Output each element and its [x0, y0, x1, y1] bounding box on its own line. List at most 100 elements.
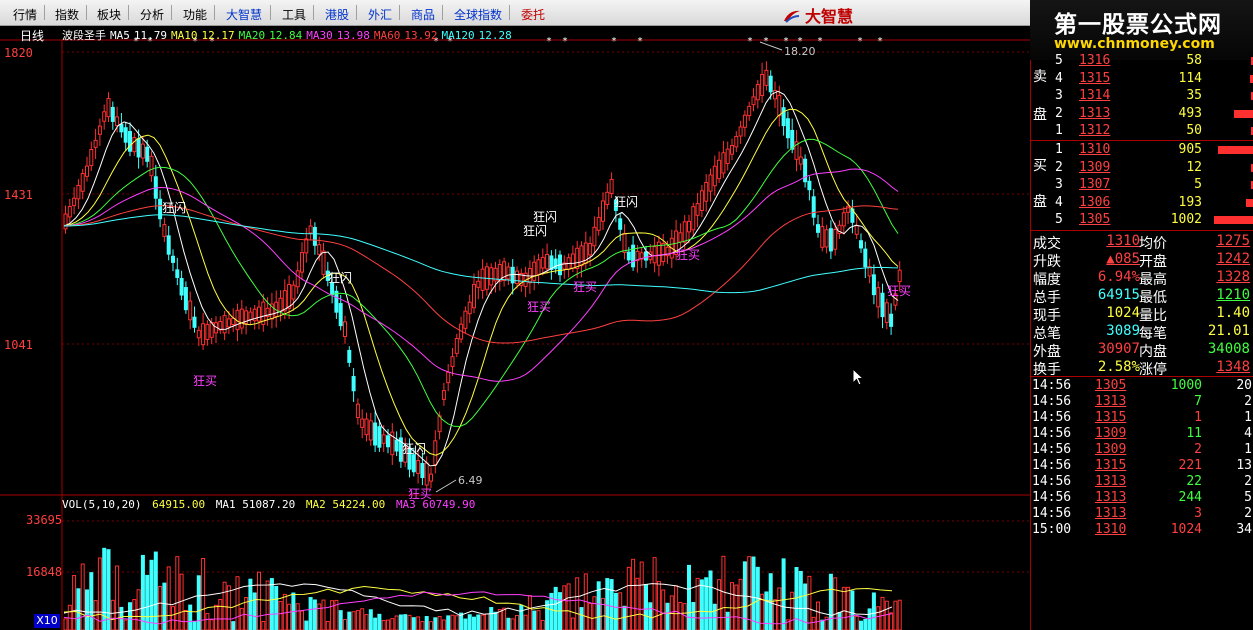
- candle-body: [183, 287, 188, 311]
- order-price[interactable]: 1305: [1079, 212, 1110, 227]
- menu-item-market[interactable]: 行情: [13, 6, 37, 23]
- stat-value: 1328: [1216, 269, 1250, 285]
- volume-unit-button[interactable]: X10: [34, 614, 60, 628]
- tick-row[interactable]: 14:56 1313 7 2: [1031, 394, 1253, 410]
- mouse-cursor-icon: [852, 368, 865, 386]
- sell-order-row[interactable]: 3 1314 35: [1053, 88, 1253, 106]
- order-level: 3: [1055, 88, 1063, 103]
- candle-body: [97, 125, 102, 135]
- volume-bar: [884, 600, 889, 630]
- kline-chart-panel[interactable]: * * * * * * * * * * * * * * * * * 日线 波段圣手 MA5 11.79 MA10 12.…: [0, 26, 1030, 630]
- buy-order-row[interactable]: 5 1305 1002: [1053, 212, 1253, 230]
- stat-row: 现手 1024 量比 1.40: [1031, 305, 1253, 324]
- menu-item-commodities[interactable]: 商品: [411, 6, 435, 23]
- order-price[interactable]: 1309: [1079, 160, 1110, 175]
- candle-body: [699, 190, 704, 211]
- order-price[interactable]: 1316: [1079, 53, 1110, 68]
- order-level: 5: [1055, 212, 1063, 227]
- stat-label: 幅度: [1033, 272, 1061, 288]
- tick-row[interactable]: 14:56 1313 244 5: [1031, 490, 1253, 506]
- tick-list[interactable]: 14:56 1305 1000 20 14:56 1313 7 2 14:56 1315 1 1 14:…: [1031, 376, 1253, 630]
- candle-body: [712, 165, 717, 187]
- stat-row: 总手 64915 最低 1210: [1031, 287, 1253, 306]
- tick-row[interactable]: 14:56 1309 11 4: [1031, 426, 1253, 442]
- order-price[interactable]: 1313: [1079, 106, 1110, 121]
- tick-row[interactable]: 14:56 1305 1000 20: [1031, 378, 1253, 394]
- sell-order-row[interactable]: 1 1312 50: [1053, 123, 1253, 141]
- menu-item-index[interactable]: 指数: [55, 6, 79, 23]
- period-label[interactable]: 日线: [20, 27, 44, 44]
- candle-body: [691, 206, 696, 231]
- volume-bar: [532, 610, 537, 630]
- candle-body: [239, 308, 244, 329]
- menu-item-tools[interactable]: 工具: [282, 6, 306, 23]
- menu-item-sector[interactable]: 板块: [97, 6, 121, 23]
- sell-order-row[interactable]: 4 1315 114: [1053, 71, 1253, 89]
- tick-row[interactable]: 14:56 1315 1 1: [1031, 410, 1253, 426]
- buy-order-row[interactable]: 4 1306 193: [1053, 195, 1253, 213]
- buy-order-row[interactable]: 1 1310 905: [1053, 142, 1253, 160]
- signal-star-icon: *: [818, 36, 823, 47]
- volume-bar: [859, 620, 863, 630]
- tick-row[interactable]: 14:56 1309 2 1: [1031, 442, 1253, 458]
- buy-order-row[interactable]: 2 1309 12: [1053, 160, 1253, 178]
- volume-bar: [674, 585, 679, 630]
- menu-item-analysis[interactable]: 分析: [140, 6, 164, 23]
- volume-bar: [803, 583, 808, 630]
- brand-logo: 大智慧: [783, 3, 853, 26]
- menu-item-dazhihui[interactable]: 大智慧: [226, 6, 262, 23]
- volume-bar: [231, 621, 236, 630]
- order-level: 4: [1055, 194, 1063, 210]
- candle-body: [368, 420, 373, 441]
- candle-body: [596, 216, 601, 231]
- order-price[interactable]: 1306: [1079, 195, 1110, 210]
- sell-order-row[interactable]: 5 1316 58: [1053, 53, 1253, 71]
- tick-volume: 3: [1194, 506, 1202, 521]
- volume-bar: [566, 583, 571, 630]
- stat-label: 外盘: [1033, 344, 1061, 360]
- menu-item-function[interactable]: 功能: [183, 6, 207, 23]
- menu-item-global-index[interactable]: 全球指数: [454, 6, 502, 23]
- menu-separator: [442, 5, 443, 20]
- volume-bar: [579, 607, 584, 630]
- menu-item-hk-stocks[interactable]: 港股: [325, 6, 349, 23]
- candle-body: [149, 155, 154, 177]
- candle-body: [682, 221, 687, 243]
- price-axis-label: 1820: [4, 46, 33, 60]
- ma-legend-item: MA60: [373, 29, 401, 42]
- buy-order-row[interactable]: 3 1307 5: [1053, 177, 1253, 195]
- menu-item-forex[interactable]: 外汇: [368, 6, 392, 23]
- order-price[interactable]: 1310: [1079, 142, 1110, 157]
- trough-price-label: 6.49: [458, 474, 483, 487]
- menu-separator: [509, 5, 510, 20]
- volume-bar: [648, 602, 653, 630]
- menu-item-trade[interactable]: 委托: [521, 6, 545, 23]
- volume-bar: [278, 601, 283, 630]
- candle-body: [205, 324, 210, 340]
- candle-body: [884, 302, 889, 323]
- candle-body: [764, 69, 769, 86]
- tick-row[interactable]: 14:56 1315 221 13: [1031, 458, 1253, 474]
- candle-body: [889, 313, 894, 327]
- kline-chart-canvas[interactable]: * * * * * * * * * * * * * * * * *: [0, 26, 1030, 630]
- tick-time: 14:56: [1032, 506, 1072, 521]
- tick-row[interactable]: 14:56 1313 22 2: [1031, 474, 1253, 490]
- order-price[interactable]: 1312: [1079, 123, 1110, 138]
- tick-row[interactable]: 14:56 1313 3 2: [1031, 506, 1253, 522]
- sell-order-row[interactable]: 2 1313 493: [1053, 106, 1253, 124]
- volume-bar: [536, 610, 541, 630]
- tick-count: 2: [1244, 394, 1252, 409]
- tick-count: 34: [1236, 522, 1252, 537]
- menu-bar: 行情 指数 板块 分析 功能 大智慧 工具 港股 外汇 商品 全球指数 委托 大…: [0, 0, 1030, 26]
- candle-body: [790, 129, 795, 150]
- volume-bar: [523, 614, 528, 630]
- ma-legend-item: MA30: [306, 29, 333, 42]
- candle-body: [196, 329, 201, 339]
- order-price[interactable]: 1307: [1079, 177, 1110, 192]
- ma-legend-item: MA120: [441, 29, 475, 42]
- tick-row[interactable]: 15:00 1310 1024 34: [1031, 522, 1253, 538]
- volume-bar: [80, 563, 85, 630]
- volume-indicator-name: VOL(5,10,20): [62, 498, 142, 511]
- order-price[interactable]: 1315: [1079, 71, 1110, 86]
- order-price[interactable]: 1314: [1079, 88, 1110, 103]
